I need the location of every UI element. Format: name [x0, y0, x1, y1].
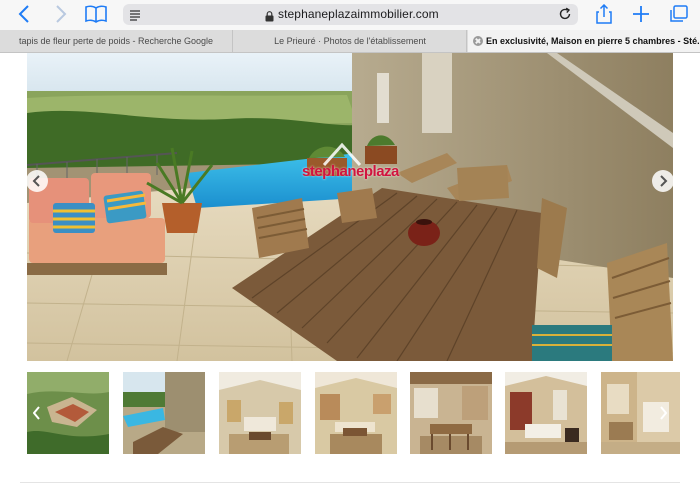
stephaneplaza-watermark: stephaneplaza: [302, 142, 400, 180]
chevron-right-icon: [660, 406, 667, 420]
tabs-icon[interactable]: [668, 3, 690, 25]
thumbnail-living-room[interactable]: [219, 372, 301, 454]
tab-title: Le Prieuré · Photos de l'établissement: [274, 36, 426, 46]
new-tab-icon[interactable]: [630, 3, 652, 25]
tab-title: En exclusivité, Maison en pierre 5 chamb…: [486, 36, 700, 46]
share-icon[interactable]: [594, 3, 614, 25]
thumbnail-bedroom[interactable]: [505, 372, 587, 454]
close-tab-icon[interactable]: [473, 36, 483, 46]
chevron-right-icon: [660, 175, 668, 187]
next-photo-button[interactable]: [652, 170, 674, 192]
url-text: stephaneplazaimmobilier.com: [278, 7, 439, 21]
address-bar[interactable]: stephaneplazaimmobilier.com: [123, 4, 578, 25]
terrace-photo: [27, 53, 673, 361]
thumbnail-pool-terrace[interactable]: [123, 372, 205, 454]
lock-icon: [265, 9, 274, 27]
chevron-left-icon: [33, 406, 40, 420]
main-photo[interactable]: stephaneplaza: [27, 53, 673, 361]
tab-active-listing[interactable]: En exclusivité, Maison en pierre 5 chamb…: [468, 30, 700, 52]
tab-le-prieure[interactable]: Le Prieuré · Photos de l'établissement: [234, 30, 467, 52]
tab-google-search[interactable]: tapis de fleur perte de poids - Recherch…: [0, 30, 233, 52]
thumbnail-kitchen[interactable]: [410, 372, 492, 454]
thumbnail-strip: [0, 372, 700, 454]
watermark-house-icon: [322, 141, 362, 171]
section-divider: [20, 482, 680, 483]
reload-icon[interactable]: [558, 7, 572, 26]
bookmarks-icon[interactable]: [84, 3, 108, 25]
tab-bar: tapis de fleur perte de poids - Recherch…: [0, 30, 700, 53]
tab-title: tapis de fleur perte de poids - Recherch…: [18, 36, 214, 46]
thumbnail-dining-room[interactable]: [315, 372, 397, 454]
back-icon[interactable]: [14, 3, 34, 25]
thumbnail-next-button[interactable]: [656, 373, 670, 453]
reader-icon[interactable]: [129, 8, 141, 26]
chevron-left-icon: [32, 175, 40, 187]
thumbnail-previous-button[interactable]: [30, 373, 44, 453]
forward-icon[interactable]: [51, 3, 71, 25]
previous-photo-button[interactable]: [26, 170, 48, 192]
browser-toolbar: stephaneplazaimmobilier.com: [0, 0, 700, 30]
watermark-suffix: plaza: [363, 163, 400, 180]
